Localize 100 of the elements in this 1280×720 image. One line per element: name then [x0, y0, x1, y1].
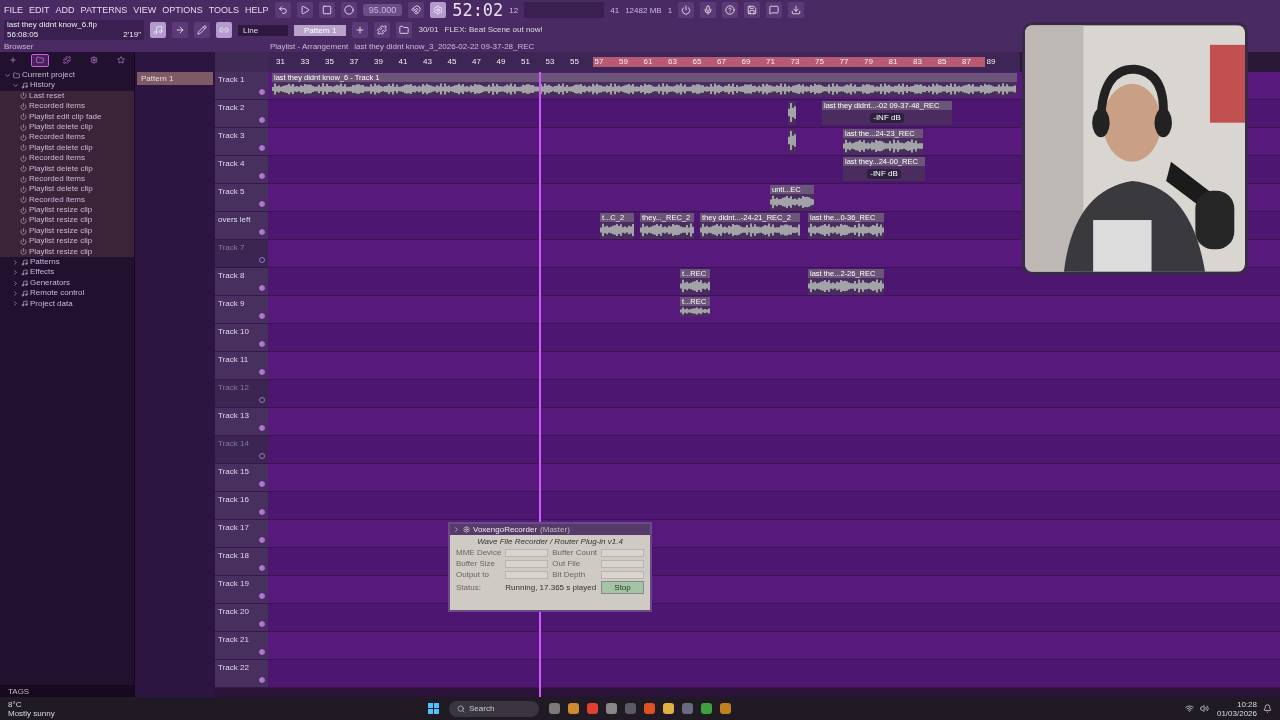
input-field[interactable] — [505, 548, 549, 557]
track-header[interactable]: Track 4 — [215, 156, 268, 183]
chat-button[interactable] — [766, 2, 783, 18]
settings-button[interactable] — [430, 2, 447, 18]
input-field[interactable] — [601, 570, 644, 579]
input-field[interactable] — [505, 570, 549, 579]
menu-item[interactable]: EDIT — [29, 5, 50, 15]
input-field[interactable] — [601, 559, 644, 568]
mute-dot[interactable] — [259, 145, 265, 151]
track-header[interactable]: Track 16 — [215, 492, 268, 519]
browser-item[interactable]: Playlist edit clip fade — [0, 111, 134, 122]
track-header[interactable]: Track 11 — [215, 352, 268, 379]
track-header[interactable]: Track 5 — [215, 184, 268, 211]
mute-dot[interactable] — [259, 117, 265, 123]
browser-item[interactable]: Last reset — [0, 90, 134, 102]
mute-dot[interactable] — [259, 565, 265, 571]
menu-item[interactable]: OPTIONS — [162, 5, 203, 15]
taskbar-app-icon[interactable] — [606, 703, 617, 714]
track-header[interactable]: Track 19 — [215, 576, 268, 603]
temperature[interactable]: 8°C — [8, 699, 428, 709]
mute-dot[interactable] — [259, 649, 265, 655]
snap-dropdown[interactable]: Line — [238, 24, 288, 36]
browser-item[interactable]: Recorded items — [0, 173, 134, 185]
puzzle-button[interactable] — [374, 22, 391, 38]
track-header[interactable]: Track 3 — [215, 128, 268, 155]
mic-button[interactable] — [700, 2, 717, 18]
help-button[interactable] — [722, 2, 739, 18]
track-header[interactable]: Track 9 — [215, 296, 268, 323]
stop-button[interactable] — [318, 2, 335, 18]
notification-icon[interactable] — [1263, 704, 1272, 713]
taskbar-app-icon[interactable] — [644, 703, 655, 714]
news-text[interactable]: FLEX: Beat Scene out now! — [444, 26, 543, 34]
browser-item[interactable]: Current project — [0, 70, 134, 81]
taskbar-app-icon[interactable] — [587, 703, 598, 714]
magnet-button[interactable] — [408, 2, 425, 18]
taskbar-app-icon[interactable] — [682, 703, 693, 714]
audio-clip[interactable] — [788, 129, 796, 153]
mute-dot[interactable] — [259, 89, 265, 95]
mute-dot[interactable] — [259, 621, 265, 627]
folder-button[interactable] — [396, 22, 413, 38]
pencil-button[interactable] — [194, 22, 210, 38]
track-header[interactable]: Track 13 — [215, 408, 268, 435]
taskbar-app-icon[interactable] — [663, 703, 674, 714]
browser-item[interactable]: Playlist resize clip — [0, 215, 134, 226]
wifi-icon[interactable] — [1184, 704, 1194, 713]
stop-button[interactable]: Stop — [601, 581, 644, 594]
pattern-item[interactable]: Pattern 1 — [137, 72, 213, 85]
browser-tab[interactable] — [31, 53, 50, 67]
track-header[interactable]: Track 1 — [215, 72, 268, 99]
mute-dot[interactable] — [259, 537, 265, 543]
browser-item[interactable]: Playlist resize clip — [0, 225, 134, 237]
browser-item[interactable]: Playlist delete clip — [0, 163, 134, 174]
browser-item[interactable]: Playlist resize clip — [0, 236, 134, 247]
mute-dot[interactable] — [259, 173, 265, 179]
browser-item[interactable]: Recorded items — [0, 153, 134, 164]
mute-dot[interactable] — [259, 425, 265, 431]
menu-item[interactable]: ADD — [55, 5, 75, 15]
clock-time[interactable]: 10:28 — [1236, 699, 1257, 709]
mute-dot[interactable] — [259, 677, 265, 683]
browser-item[interactable]: Project data — [0, 298, 134, 309]
arrow-button[interactable] — [172, 22, 188, 38]
windows-icon[interactable] — [428, 703, 439, 714]
undo-button[interactable] — [274, 2, 291, 18]
browser-item[interactable]: Generators — [0, 277, 134, 289]
download-button[interactable] — [788, 2, 805, 18]
browser-item[interactable]: Playlist resize clip — [0, 246, 134, 258]
power-button[interactable] — [678, 2, 695, 18]
track-header[interactable]: Track 8 — [215, 268, 268, 295]
note-button[interactable] — [150, 22, 166, 38]
taskbar-app-icon[interactable] — [568, 703, 579, 714]
save-button[interactable] — [744, 2, 761, 18]
mute-dot[interactable] — [259, 509, 265, 515]
browser-item[interactable]: Remote control — [0, 288, 134, 299]
browser-item[interactable]: Recorded items — [0, 132, 134, 143]
track-header[interactable]: Track 10 — [215, 324, 268, 351]
menu-item[interactable]: VIEW — [133, 5, 157, 15]
browser-item[interactable]: Recorded items — [0, 194, 134, 206]
gear-icon[interactable] — [463, 526, 470, 533]
track-header[interactable]: Track 2 — [215, 100, 268, 127]
mute-dot[interactable] — [259, 313, 265, 319]
input-field[interactable] — [505, 559, 549, 568]
input-field[interactable] — [601, 548, 644, 557]
mute-dot[interactable] — [259, 229, 265, 235]
clock-date[interactable]: 01/03/2026 — [1216, 708, 1257, 718]
weather-text[interactable]: Mostly sunny — [8, 708, 428, 718]
track-header[interactable]: Track 21 — [215, 632, 268, 659]
browser-item[interactable]: History — [0, 80, 134, 91]
search-field[interactable]: Search — [449, 700, 539, 717]
track-header[interactable]: Track 17 — [215, 520, 268, 547]
browser-item[interactable]: Patterns — [0, 257, 134, 268]
mute-dot[interactable] — [259, 593, 265, 599]
mute-dot[interactable] — [259, 369, 265, 375]
expand-icon[interactable] — [453, 526, 460, 533]
taskbar-app-icon[interactable] — [720, 703, 731, 714]
record-button[interactable] — [340, 2, 357, 18]
mute-dot[interactable] — [259, 341, 265, 347]
track-header[interactable]: Track 18 — [215, 548, 268, 575]
track-header[interactable]: overs left — [215, 212, 268, 239]
timeline-ruler[interactable]: 31 33 35 37 39 41 43 45 47 49 51 53 55 57 59 61 63 65 67 69 71 73 75 77 79 81 83 85 87 89 — [268, 52, 1020, 72]
menu-item[interactable]: PATTERNS — [80, 5, 128, 15]
